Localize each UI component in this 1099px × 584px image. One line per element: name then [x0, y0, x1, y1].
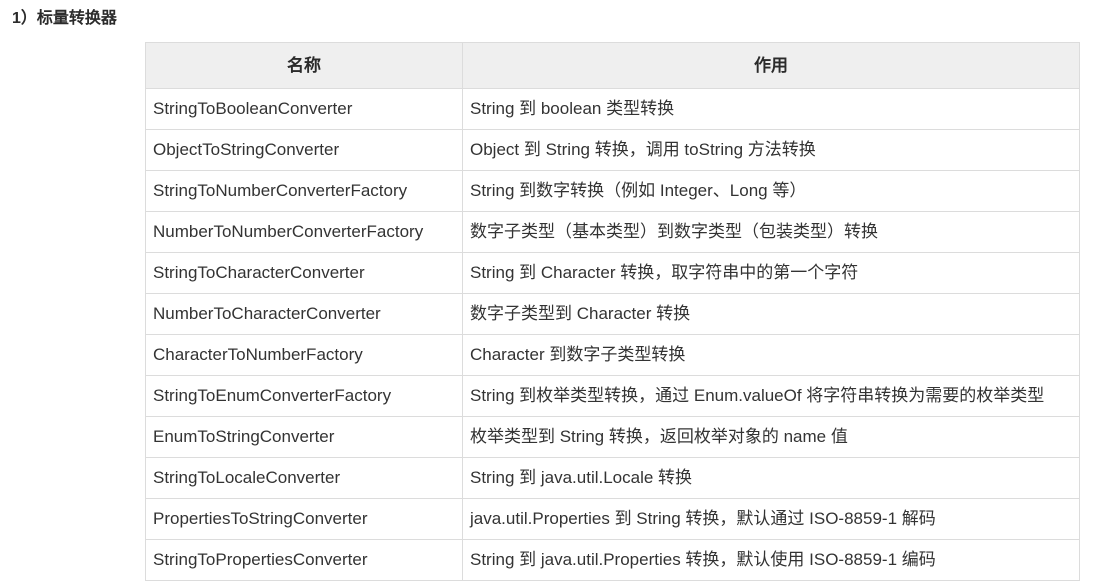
converter-table: 名称 作用 StringToBooleanConverter String 到 …: [145, 42, 1080, 581]
table-row: ObjectToStringConverter Object 到 String …: [145, 129, 1080, 171]
converter-name-cell: PropertiesToStringConverter: [145, 498, 463, 540]
converter-description-cell: java.util.Properties 到 String 转换，默认通过 IS…: [462, 498, 1080, 540]
table-row: StringToCharacterConverter String 到 Char…: [145, 252, 1080, 294]
header-name: 名称: [145, 42, 463, 89]
section-heading: 1）标量转换器: [12, 10, 117, 27]
table-row: NumberToNumberConverterFactory 数字子类型（基本类…: [145, 211, 1080, 253]
table-row: NumberToCharacterConverter 数字子类型到 Charac…: [145, 293, 1080, 335]
converter-description-cell: 枚举类型到 String 转换，返回枚举对象的 name 值: [462, 416, 1080, 458]
table-header-row: 名称 作用: [145, 42, 1080, 89]
converter-description-cell: 数字子类型到 Character 转换: [462, 293, 1080, 335]
converter-name-cell: StringToNumberConverterFactory: [145, 170, 463, 212]
converter-name-cell: StringToPropertiesConverter: [145, 539, 463, 581]
converter-name-cell: EnumToStringConverter: [145, 416, 463, 458]
converter-name-cell: StringToBooleanConverter: [145, 88, 463, 130]
converter-name-cell: NumberToNumberConverterFactory: [145, 211, 463, 253]
converter-description-cell: String 到枚举类型转换，通过 Enum.valueOf 将字符串转换为需要…: [462, 375, 1080, 417]
converter-description-cell: String 到数字转换（例如 Integer、Long 等）: [462, 170, 1080, 212]
table-row: PropertiesToStringConverter java.util.Pr…: [145, 498, 1080, 540]
converter-name-cell: CharacterToNumberFactory: [145, 334, 463, 376]
converter-description-cell: String 到 java.util.Properties 转换，默认使用 IS…: [462, 539, 1080, 581]
converter-description-cell: String 到 Character 转换，取字符串中的第一个字符: [462, 252, 1080, 294]
table-row: StringToNumberConverterFactory String 到数…: [145, 170, 1080, 212]
table-row: StringToLocaleConverter String 到 java.ut…: [145, 457, 1080, 499]
table-row: StringToEnumConverterFactory String 到枚举类…: [145, 375, 1080, 417]
converter-description-cell: Character 到数字子类型转换: [462, 334, 1080, 376]
converter-name-cell: NumberToCharacterConverter: [145, 293, 463, 335]
table-row: StringToPropertiesConverter String 到 jav…: [145, 539, 1080, 581]
converter-name-cell: StringToCharacterConverter: [145, 252, 463, 294]
converter-description-cell: 数字子类型（基本类型）到数字类型（包装类型）转换: [462, 211, 1080, 253]
header-description: 作用: [462, 42, 1080, 89]
table-row: CharacterToNumberFactory Character 到数字子类…: [145, 334, 1080, 376]
table-row: EnumToStringConverter 枚举类型到 String 转换，返回…: [145, 416, 1080, 458]
table-row: StringToBooleanConverter String 到 boolea…: [145, 88, 1080, 130]
converter-name-cell: StringToLocaleConverter: [145, 457, 463, 499]
converter-description-cell: String 到 java.util.Locale 转换: [462, 457, 1080, 499]
converter-name-cell: ObjectToStringConverter: [145, 129, 463, 171]
converter-name-cell: StringToEnumConverterFactory: [145, 375, 463, 417]
converter-description-cell: Object 到 String 转换，调用 toString 方法转换: [462, 129, 1080, 171]
converter-description-cell: String 到 boolean 类型转换: [462, 88, 1080, 130]
